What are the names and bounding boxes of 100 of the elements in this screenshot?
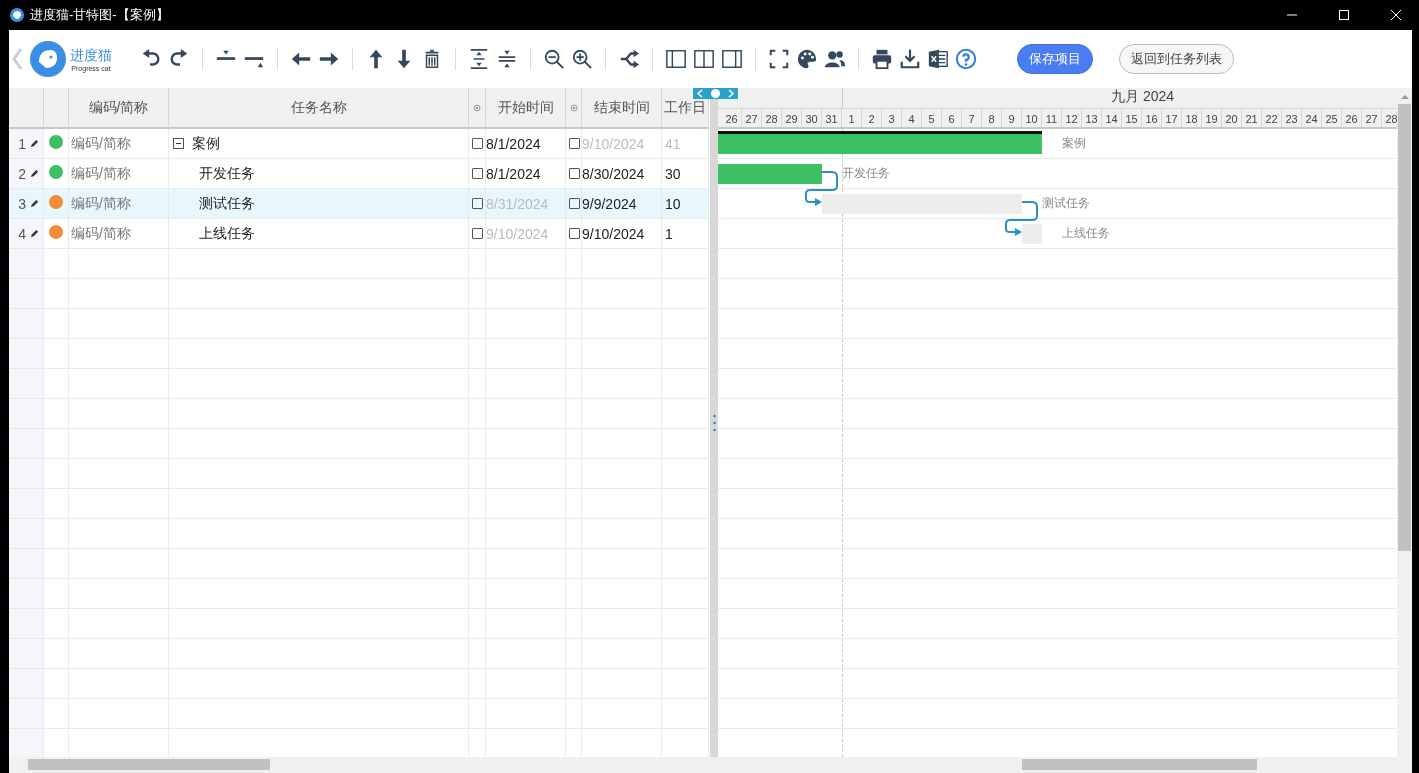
users-icon[interactable] (824, 48, 846, 70)
checkbox[interactable] (472, 198, 483, 209)
row-number: 3 (18, 195, 26, 212)
day-label: 18 (1182, 109, 1202, 127)
day-label: 8 (982, 109, 1002, 127)
row-number: 1 (18, 135, 26, 152)
bar-label: 测试任务 (1042, 195, 1090, 212)
day-label: 16 (1142, 109, 1162, 127)
app-icon (10, 8, 24, 22)
column-header[interactable]: 结束时间 (582, 88, 662, 129)
task-code: 编码/简称 (71, 134, 131, 153)
checkbox[interactable] (569, 228, 580, 239)
end-date: 9/10/2024 (582, 135, 645, 152)
workdays: 1 (665, 225, 673, 242)
checkbox[interactable] (569, 138, 580, 149)
day-label: 23 (1282, 109, 1302, 127)
zoom-out-icon[interactable] (543, 48, 565, 70)
month-label: 九月 2024 (1111, 88, 1175, 104)
day-label: 9 (1002, 109, 1022, 127)
checkbox[interactable] (569, 198, 580, 209)
end-date: 9/10/2024 (582, 225, 645, 242)
pencil-icon[interactable] (30, 139, 39, 148)
checkbox[interactable] (569, 168, 580, 179)
summary-bar[interactable] (718, 131, 1042, 154)
close-icon[interactable] (1391, 10, 1401, 20)
bar-label: 开发任务 (842, 165, 890, 182)
column-header[interactable]: 开始时间 (486, 88, 566, 129)
pencil-icon[interactable] (30, 199, 39, 208)
collapse-toggle[interactable] (173, 138, 184, 149)
day-label: 1 (842, 109, 862, 127)
day-label: 27 (742, 109, 762, 127)
task-code: 编码/简称 (71, 224, 131, 243)
day-label: 3 (882, 109, 902, 127)
bar-label: 上线任务 (1062, 225, 1110, 242)
collapse-rows-icon[interactable] (496, 48, 518, 70)
day-label: 26 (1342, 109, 1362, 127)
expand-rows-icon[interactable] (468, 48, 490, 70)
day-label: 6 (942, 109, 962, 127)
print-icon[interactable] (871, 48, 893, 70)
day-label: 15 (1122, 109, 1142, 127)
dependency-arrow (805, 171, 838, 206)
zoom-in-icon[interactable] (571, 48, 593, 70)
logo-name: 进度猫 (70, 46, 112, 65)
shuffle-icon[interactable] (618, 48, 640, 70)
day-label: 5 (922, 109, 942, 127)
task-code: 编码/简称 (71, 194, 131, 213)
split-layout-icon[interactable] (693, 48, 715, 70)
day-label: 2 (862, 109, 882, 127)
day-label: 24 (1302, 109, 1322, 127)
pencil-icon[interactable] (30, 169, 39, 178)
task-name: 测试任务 (199, 194, 255, 213)
day-label: 25 (1322, 109, 1342, 127)
row-number: 4 (18, 225, 26, 242)
maximize-icon[interactable] (1339, 10, 1349, 20)
help-icon[interactable] (955, 48, 977, 70)
palette-icon[interactable] (796, 48, 818, 70)
excel-icon[interactable] (927, 48, 949, 70)
task-code: 编码/简称 (71, 164, 131, 183)
workdays: 30 (665, 165, 681, 182)
day-label: 26 (722, 109, 742, 127)
workdays: 41 (665, 135, 681, 152)
timeline-scroll-handle[interactable] (693, 88, 738, 99)
logo-icon (29, 40, 67, 78)
column-header[interactable]: 任务名称 (169, 88, 469, 129)
day-label: 28 (762, 109, 782, 127)
start-date: 8/1/2024 (486, 165, 541, 182)
day-label: 29 (782, 109, 802, 127)
task-name: 案例 (192, 134, 220, 153)
checkbox[interactable] (472, 168, 483, 179)
task-name: 上线任务 (199, 224, 255, 243)
column-header[interactable]: 工作日 (662, 88, 709, 129)
splitter-grip-icon[interactable] (712, 413, 716, 432)
day-label: 30 (802, 109, 822, 127)
start-date: 8/31/2024 (486, 195, 549, 212)
fullscreen-icon[interactable] (768, 48, 790, 70)
checkbox[interactable] (472, 228, 483, 239)
row-number: 2 (18, 165, 26, 182)
vertical-scrollbar[interactable] (1397, 88, 1412, 757)
back-to-list-button[interactable]: 返回到任务列表 (1119, 44, 1234, 74)
left-panel-layout-icon[interactable] (665, 48, 687, 70)
checkbox[interactable] (472, 138, 483, 149)
horizontal-scrollbar-thumb[interactable] (1022, 759, 1257, 770)
day-label: 27 (1362, 109, 1382, 127)
right-panel-layout-icon[interactable] (721, 48, 743, 70)
day-label: 10 (1022, 109, 1042, 127)
pencil-icon[interactable] (30, 229, 39, 238)
window-title: 进度猫-甘特图-【案例】 (30, 6, 169, 24)
bar-label: 案例 (1062, 135, 1086, 152)
end-date: 8/30/2024 (582, 165, 645, 182)
day-label: 11 (1042, 109, 1062, 127)
column-header[interactable]: 编码/简称 (69, 88, 169, 129)
end-date: 9/9/2024 (582, 195, 637, 212)
day-label: 17 (1162, 109, 1182, 127)
start-date: 8/1/2024 (486, 135, 541, 152)
day-label: 21 (1242, 109, 1262, 127)
day-label: 31 (822, 109, 842, 127)
day-label: 14 (1102, 109, 1122, 127)
save-button[interactable]: 保存项目 (1017, 44, 1093, 74)
horizontal-scrollbar-thumb[interactable] (28, 759, 270, 770)
download-icon[interactable] (899, 48, 921, 70)
